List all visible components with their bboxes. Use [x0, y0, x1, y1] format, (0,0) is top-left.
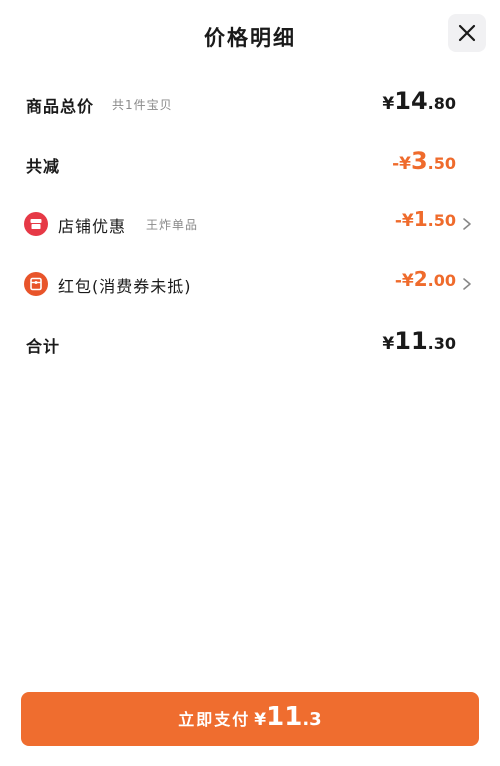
- sum-label: 合计: [26, 337, 61, 356]
- pay-now-button[interactable]: 立即支付 ¥11.3: [21, 692, 479, 746]
- shop-discount-sublabel: 王炸单品: [146, 218, 199, 232]
- page-title: 价格明细: [204, 26, 296, 50]
- goods-total-label: 商品总价: [26, 97, 95, 116]
- total-discount-amount: -¥3.50: [392, 147, 456, 175]
- shop-discount-amount: -¥1.50: [394, 207, 456, 231]
- shop-discount-label: 店铺优惠: [58, 217, 127, 236]
- close-icon: [458, 24, 476, 42]
- row-shop-discount[interactable]: 店铺优惠 王炸单品 -¥1.50: [0, 207, 500, 243]
- chevron-right-icon: [463, 218, 471, 230]
- row-goods-total: 商品总价 共1件宝贝 ¥14.80: [0, 87, 500, 123]
- row-red-packet[interactable]: 红包(消费券未抵) -¥2.00: [0, 267, 500, 303]
- red-packet-icon: [24, 272, 48, 296]
- row-total-discount: 共减 -¥3.50: [0, 147, 500, 183]
- goods-count-label: 共1件宝贝: [112, 98, 173, 112]
- red-packet-amount: -¥2.00: [394, 267, 456, 291]
- sum-amount: ¥11.30: [382, 327, 456, 355]
- red-packet-label: 红包(消费券未抵): [58, 277, 192, 296]
- pay-now-label: 立即支付 ¥11.3: [178, 702, 322, 732]
- close-button[interactable]: [448, 14, 486, 52]
- goods-total-amount: ¥14.80: [382, 87, 456, 115]
- total-discount-label: 共减: [26, 157, 61, 176]
- header: 价格明细: [0, 0, 500, 76]
- row-sum: 合计 ¥11.30: [0, 327, 500, 363]
- shop-icon: [24, 212, 48, 236]
- chevron-right-icon: [463, 278, 471, 290]
